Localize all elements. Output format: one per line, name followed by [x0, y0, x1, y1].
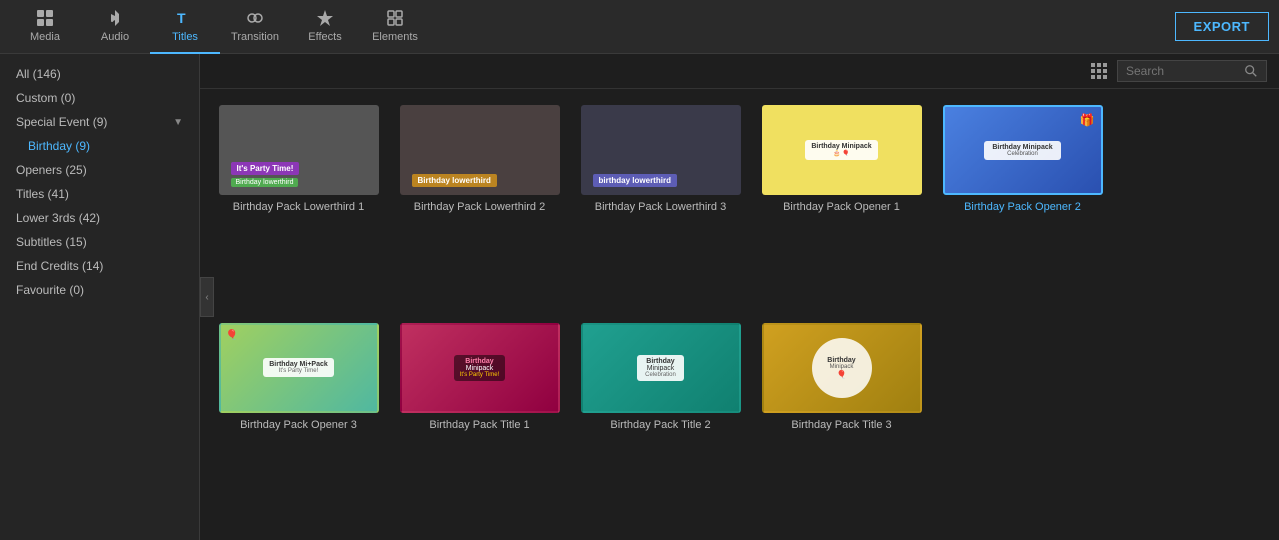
main-area: All (146) Custom (0) Special Event (9) ▼… — [0, 54, 1279, 540]
sidebar-item-favourite[interactable]: Favourite (0) — [0, 278, 199, 302]
item-label-op2: Birthday Pack Opener 2 — [964, 201, 1081, 213]
sidebar-item-birthday[interactable]: Birthday (9) — [0, 134, 199, 158]
sidebar-openers-label: Openers (25) — [16, 163, 87, 177]
item-label-lt3: Birthday Pack Lowerthird 3 — [595, 201, 726, 213]
media-label: Media — [30, 31, 60, 43]
thumb-content-op1: Birthday Minipack 🎂 🎈 — [764, 107, 920, 193]
thumb-lt2: Birthday lowerthird — [400, 105, 560, 195]
export-button[interactable]: EXPORT — [1175, 12, 1269, 41]
audio-label: Audio — [101, 31, 129, 43]
chevron-down-icon: ▼ — [173, 117, 183, 128]
thumb-badge-lt1: It's Party Time! — [231, 162, 300, 175]
thumb-title1: Birthday Minipack It's Party Time! — [400, 323, 560, 413]
thumb-content-title2: Birthday Minipack Celebration — [583, 325, 739, 411]
thumb-content-lt3: birthday lowerthird — [583, 107, 739, 193]
svg-text:T: T — [177, 10, 186, 26]
sidebar: All (146) Custom (0) Special Event (9) ▼… — [0, 54, 200, 540]
sidebar-favourite-label: Favourite (0) — [16, 283, 84, 297]
thumb-badge2-lt1: Birthday lowerthird — [231, 178, 299, 187]
sidebar-item-all[interactable]: All (146) — [0, 62, 199, 86]
thumb-badge-title1: Birthday Minipack It's Party Time! — [454, 355, 506, 381]
grid-item-op3[interactable]: Birthday Mi+Pack It's Party Time! 🎈 Birt… — [216, 323, 381, 525]
item-label-title1: Birthday Pack Title 1 — [429, 419, 529, 431]
grid-item-lt2[interactable]: Birthday lowerthird Birthday Pack Lowert… — [397, 105, 562, 307]
sidebar-wrapper: All (146) Custom (0) Special Event (9) ▼… — [0, 54, 200, 540]
toolbar-item-media[interactable]: Media — [10, 0, 80, 54]
effects-label: Effects — [308, 31, 341, 43]
sidebar-item-subtitles[interactable]: Subtitles (15) — [0, 230, 199, 254]
item-label-title2: Birthday Pack Title 2 — [610, 419, 710, 431]
grid-item-title2[interactable]: Birthday Minipack Celebration Birthday P… — [578, 323, 743, 525]
toolbar: Media ♪ Audio T Titles Transition Effect… — [0, 0, 1279, 54]
thumb-lt1: It's Party Time! Birthday lowerthird — [219, 105, 379, 195]
sidebar-birthday-label: Birthday (9) — [28, 139, 90, 153]
thumb-content-title1: Birthday Minipack It's Party Time! — [402, 325, 558, 411]
sidebar-custom-label: Custom (0) — [16, 91, 75, 105]
transition-label: Transition — [231, 31, 279, 43]
toolbar-item-elements[interactable]: Elements — [360, 0, 430, 54]
elements-label: Elements — [372, 31, 418, 43]
sidebar-collapse-button[interactable]: ‹ — [200, 277, 214, 317]
grid-item-title3[interactable]: Birthday Minipack 🎈 Birthday Pack Title … — [759, 323, 924, 525]
content-area: It's Party Time! Birthday lowerthird Bir… — [200, 54, 1279, 540]
grid-item-lt1[interactable]: It's Party Time! Birthday lowerthird Bir… — [216, 105, 381, 307]
grid-view-icon[interactable] — [1091, 63, 1107, 79]
thumb-badge-lt2: Birthday lowerthird — [412, 174, 497, 187]
thumb-op3: Birthday Mi+Pack It's Party Time! 🎈 — [219, 323, 379, 413]
sidebar-item-titles[interactable]: Titles (41) — [0, 182, 199, 206]
thumb-lt3: birthday lowerthird — [581, 105, 741, 195]
sidebar-lower3rds-label: Lower 3rds (42) — [16, 211, 100, 225]
thumb-badge-op3: Birthday Mi+Pack It's Party Time! — [263, 358, 334, 377]
thumb-badge-title2: Birthday Minipack Celebration — [637, 355, 684, 381]
thumb-badge-title3: Birthday Minipack 🎈 — [812, 338, 872, 398]
sidebar-item-endcredits[interactable]: End Credits (14) — [0, 254, 199, 278]
toolbar-item-effects[interactable]: Effects — [290, 0, 360, 54]
thumb-badge-op2: Birthday Minipack Celebration — [984, 141, 1060, 160]
sidebar-special-label: Special Event (9) — [16, 115, 107, 129]
thumb-op2: Birthday Minipack Celebration 🎁 — [943, 105, 1103, 195]
thumb-content-op2: Birthday Minipack Celebration 🎁 — [945, 107, 1101, 193]
thumb-badge-lt3: birthday lowerthird — [593, 174, 677, 187]
grid-item-title1[interactable]: Birthday Minipack It's Party Time! Birth… — [397, 323, 562, 525]
thumb-badge-op1: Birthday Minipack 🎂 🎈 — [805, 140, 877, 160]
grid-item-op2[interactable]: Birthday Minipack Celebration 🎁 Birthday… — [940, 105, 1105, 307]
toolbar-item-audio[interactable]: ♪ Audio — [80, 0, 150, 54]
toolbar-item-transition[interactable]: Transition — [220, 0, 290, 54]
svg-text:♪: ♪ — [111, 15, 115, 24]
content-header — [200, 54, 1279, 89]
grid-item-lt3[interactable]: birthday lowerthird Birthday Pack Lowert… — [578, 105, 743, 307]
sidebar-all-label: All (146) — [16, 67, 61, 81]
item-label-lt2: Birthday Pack Lowerthird 2 — [414, 201, 545, 213]
titles-label: Titles — [172, 31, 198, 43]
thumb-op1: Birthday Minipack 🎂 🎈 — [762, 105, 922, 195]
item-label-title3: Birthday Pack Title 3 — [791, 419, 891, 431]
sidebar-titles-label: Titles (41) — [16, 187, 69, 201]
sidebar-endcredits-label: End Credits (14) — [16, 259, 103, 273]
thumb-content-title3: Birthday Minipack 🎈 — [764, 325, 920, 411]
item-label-op1: Birthday Pack Opener 1 — [783, 201, 900, 213]
thumb-title2: Birthday Minipack Celebration — [581, 323, 741, 413]
search-input[interactable] — [1126, 64, 1239, 78]
sidebar-item-lower3rds[interactable]: Lower 3rds (42) — [0, 206, 199, 230]
search-box[interactable] — [1117, 60, 1267, 82]
sidebar-subtitles-label: Subtitles (15) — [16, 235, 87, 249]
sidebar-item-special-event[interactable]: Special Event (9) ▼ — [0, 110, 199, 134]
thumb-content-op3: Birthday Mi+Pack It's Party Time! 🎈 — [221, 325, 377, 411]
items-grid: It's Party Time! Birthday lowerthird Bir… — [200, 89, 1279, 540]
sidebar-item-custom[interactable]: Custom (0) — [0, 86, 199, 110]
item-label-lt1: Birthday Pack Lowerthird 1 — [233, 201, 364, 213]
grid-item-op1[interactable]: Birthday Minipack 🎂 🎈 Birthday Pack Open… — [759, 105, 924, 307]
thumb-title3: Birthday Minipack 🎈 — [762, 323, 922, 413]
item-label-op3: Birthday Pack Opener 3 — [240, 419, 357, 431]
toolbar-item-titles[interactable]: T Titles — [150, 0, 220, 54]
search-icon — [1244, 64, 1258, 78]
thumb-content-lt1: It's Party Time! Birthday lowerthird — [221, 107, 377, 193]
sidebar-item-openers[interactable]: Openers (25) — [0, 158, 199, 182]
thumb-content-lt2: Birthday lowerthird — [402, 107, 558, 193]
